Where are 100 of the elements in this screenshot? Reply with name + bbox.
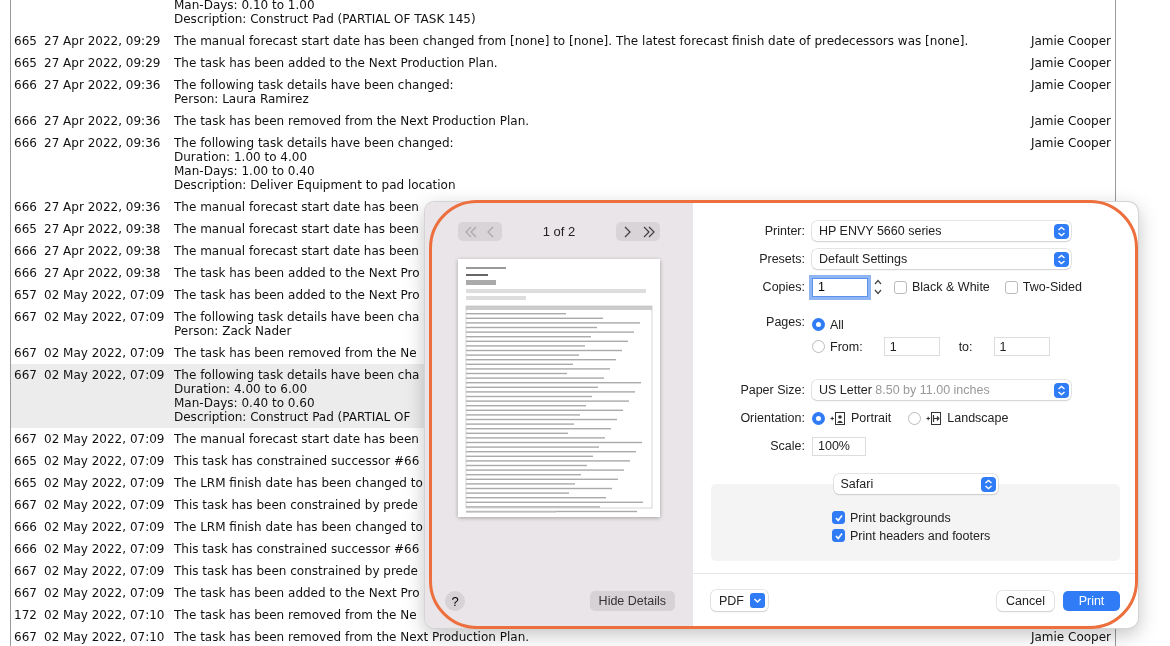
change-time: 27 Apr 2022, 09:36: [44, 200, 161, 214]
history-text: This task has been constrained by prede: [174, 498, 418, 512]
radio-button[interactable]: [812, 411, 825, 425]
chevron-icon: [642, 224, 656, 239]
user-name: Jamie Cooper: [1030, 136, 1111, 150]
history-text: The LRM finish date has been changed to: [174, 476, 423, 490]
printer-select[interactable]: HP ENVY 5660 series: [812, 221, 1071, 241]
log-row[interactable]: 666 27 Apr 2022, 09:36 The task has been removed from the Next Production Plan. Jamie Cooper: [11, 110, 1115, 132]
pdf-menu-button[interactable]: PDF: [711, 590, 768, 611]
checkbox[interactable]: [1004, 280, 1018, 294]
history-text: Man-Days: 1.00 to 0.40: [174, 164, 315, 178]
change-time: 02 May 2022, 07:09: [44, 346, 165, 360]
change-time: 02 May 2022, 07:10: [44, 608, 165, 622]
task-id: 666: [14, 244, 37, 258]
change-time: 27 Apr 2022, 09:29: [44, 56, 161, 70]
history-text: The following task details have been cha: [174, 368, 420, 382]
to-page-field[interactable]: 1: [993, 337, 1050, 356]
history-text: Person: Laura Ramirez: [174, 92, 309, 106]
history-text: The task has been removed from the Ne: [174, 608, 417, 622]
history-text: The task has been removed from the Next Production Plan.: [174, 630, 530, 644]
log-row[interactable]: 665 27 Apr 2022, 09:29 The task has been added to the Next Production Plan. Jamie Cooper: [11, 52, 1115, 74]
task-id: 657: [14, 288, 37, 302]
history-text: This task has been constrained by prede: [174, 564, 418, 578]
stepper-icon: [1054, 251, 1069, 267]
checkbox[interactable]: [894, 280, 907, 294]
task-id: 667: [14, 586, 37, 600]
radio-label: All: [830, 317, 844, 332]
history-text: The task has been added to the Next Pro: [174, 288, 420, 302]
radio-button[interactable]: [812, 340, 825, 353]
log-row[interactable]: Man-Days: 0.10 to 1.00 Description: Construct Pad (PARTIAL OF TASK 145): [11, 0, 1115, 30]
history-text: Duration: 1.00 to 4.00: [174, 150, 308, 164]
history-text: Description: Deliver Equipment to pad location: [174, 178, 456, 192]
history-text: Duration: 4.00 to 6.00: [174, 382, 308, 396]
paper-size-select[interactable]: US Letter 8.50 by 11.00 inches: [812, 380, 1071, 400]
log-row[interactable]: 667 02 May 2022, 07:10 The task has been removed from the Next Production Plan. Jamie Cooper: [11, 626, 1115, 646]
history-text: Description: Construct Pad (PARTIAL OF TASK 145): [174, 12, 476, 26]
checkbox-label: Print headers and footers: [850, 528, 991, 543]
change-time: 02 May 2022, 07:09: [44, 368, 165, 382]
change-time: 02 May 2022, 07:09: [44, 288, 165, 302]
field-label: Pages:: [765, 315, 805, 329]
presets-select[interactable]: Default Settings: [812, 249, 1071, 269]
change-time: 27 Apr 2022, 09:38: [44, 244, 161, 258]
log-row[interactable]: 666 27 Apr 2022, 09:36 The following task details have been changed: Duration: 1.00 to 4.00 Man-Days: 1.00 to 0.40 Description: Deliver Equipment to pad location Jamie Cooper: [11, 132, 1115, 196]
change-time: 02 May 2022, 07:09: [44, 432, 165, 446]
stepper-icon: [1054, 223, 1069, 239]
user-name: Jamie Cooper: [1030, 34, 1111, 48]
change-time: 02 May 2022, 07:10: [44, 630, 165, 644]
checkbox[interactable]: [832, 511, 845, 524]
checkbox-label: Print backgrounds: [850, 510, 951, 525]
task-id: 666: [14, 520, 37, 534]
scale-field[interactable]: 100%: [812, 436, 866, 456]
checkbox-label: Black & White: [912, 280, 990, 294]
history-text: This task has constrained successor #66: [174, 542, 420, 556]
task-id: 666: [14, 114, 37, 128]
field-label: Presets:: [758, 252, 805, 266]
task-id: 666: [14, 266, 37, 280]
stepper-icon[interactable]: [873, 278, 883, 296]
stepper-icon: [980, 476, 996, 492]
help-button[interactable]: ?: [445, 591, 465, 611]
landscape-icon: [926, 411, 943, 425]
log-row[interactable]: 666 27 Apr 2022, 09:36 The following task details have been changed: Person: Laura Ramirez Jamie Cooper: [11, 74, 1115, 110]
history-text: The task has been added to the Next Pro: [174, 586, 420, 600]
field-label: to:: [958, 339, 973, 354]
task-id: 667: [14, 310, 37, 324]
history-text: The LRM finish date has been changed to: [174, 520, 423, 534]
checkbox[interactable]: [832, 529, 845, 542]
change-time: 02 May 2022, 07:09: [44, 310, 165, 324]
task-id: 667: [14, 498, 37, 512]
history-text: The task has been removed from the Ne: [174, 346, 417, 360]
task-id: 666: [14, 542, 37, 556]
radio-button[interactable]: [908, 411, 922, 425]
change-time: 27 Apr 2022, 09:36: [44, 114, 161, 128]
app-select[interactable]: Safari: [833, 474, 998, 494]
history-text: Man-Days: 0.10 to 1.00: [174, 0, 315, 12]
field-label: Paper Size:: [739, 383, 805, 397]
task-id: 172: [14, 608, 37, 622]
user-name: Jamie Cooper: [1030, 630, 1111, 644]
copies-field[interactable]: 1: [812, 277, 868, 297]
checkbox-label: Two-Sided: [1022, 280, 1082, 294]
history-text: The following task details have been cha: [174, 310, 420, 324]
log-row[interactable]: 665 27 Apr 2022, 09:29 The manual forecast start date has been changed from [none] to [none]. The latest forecast finish date of predecessors was [none]. Jamie Cooper: [11, 30, 1115, 52]
history-text: The manual forecast start date has been: [174, 200, 419, 214]
from-page-field[interactable]: 1: [883, 337, 940, 356]
history-text: Person: Zack Nader: [174, 324, 292, 338]
task-id: 666: [14, 136, 37, 150]
task-id: 665: [14, 476, 37, 490]
print-button[interactable]: Print: [1063, 590, 1120, 611]
user-name: Jamie Cooper: [1030, 56, 1111, 70]
history-text: Man-Days: 0.40 to 0.60: [174, 396, 315, 410]
radio-button[interactable]: [812, 318, 825, 331]
hide-details-button[interactable]: Hide Details: [589, 591, 675, 611]
task-id: 666: [14, 200, 37, 214]
change-time: 27 Apr 2022, 09:38: [44, 266, 161, 280]
page-indicator: 1 of 2: [542, 224, 576, 239]
task-id: 666: [14, 78, 37, 92]
field-label: Orientation:: [739, 411, 805, 425]
change-time: 27 Apr 2022, 09:36: [44, 136, 161, 150]
history-text: The manual forecast start date has been: [174, 432, 419, 446]
cancel-button[interactable]: Cancel: [997, 590, 1054, 611]
stepper-icon: [1054, 382, 1069, 398]
